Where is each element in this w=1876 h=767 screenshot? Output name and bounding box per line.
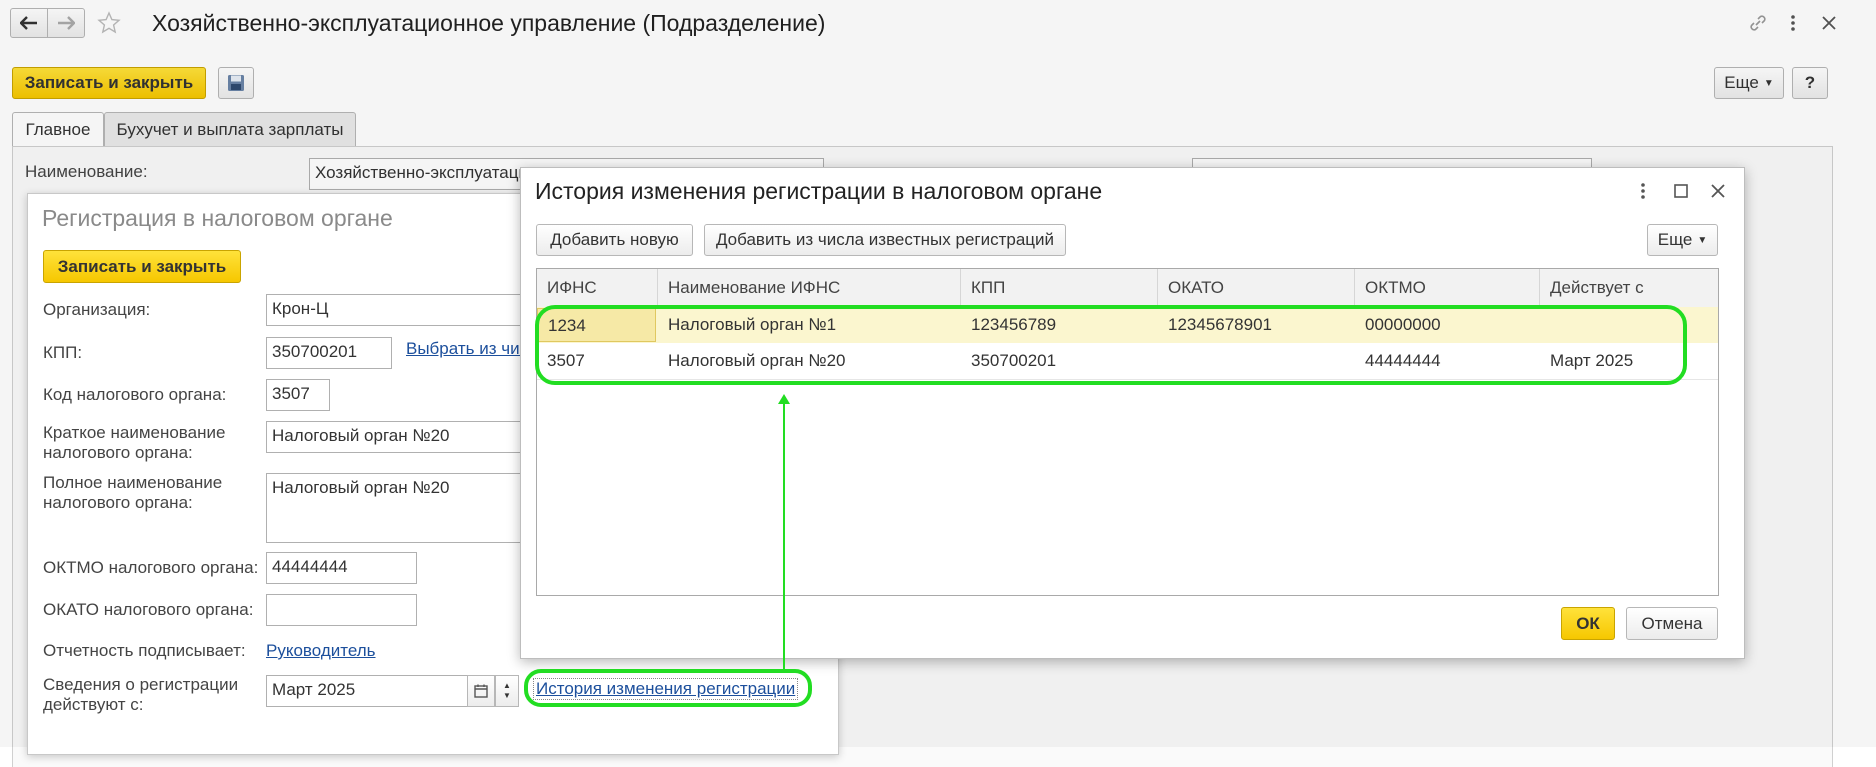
- chevron-up-icon: ▲: [503, 681, 511, 690]
- arrow-left-icon: [20, 16, 37, 30]
- floppy-disk-icon: [228, 75, 244, 91]
- link-icon[interactable]: [1745, 10, 1771, 36]
- column-header-oktmo[interactable]: ОКТМО: [1355, 269, 1540, 307]
- more-button[interactable]: Еще ▼: [1714, 67, 1784, 99]
- signer-label: Отчетность подписывает:: [43, 641, 246, 660]
- cell-kpp: 350700201: [971, 351, 1057, 370]
- signer-link[interactable]: Руководитель: [266, 641, 376, 661]
- back-button[interactable]: [10, 8, 48, 38]
- cell-oktmo: 44444444: [1365, 351, 1441, 370]
- save-button[interactable]: [218, 67, 254, 99]
- menu-dots-icon[interactable]: [1780, 10, 1806, 36]
- cell-ifns-name: Налоговый орган №1: [668, 315, 837, 334]
- column-header-ifns[interactable]: ИФНС: [537, 269, 658, 307]
- full-name-label: Полное наименование налогового органа:: [43, 473, 223, 512]
- history-link[interactable]: История изменения регистрации: [533, 678, 799, 700]
- tab-accounting[interactable]: Бухучет и выплата зарплаты: [104, 112, 356, 147]
- dialog-menu-icon[interactable]: [1630, 178, 1656, 204]
- table-row[interactable]: 3507 Налоговый орган №20 350700201 44444…: [537, 343, 1718, 380]
- history-title: История изменения регистрации в налогово…: [535, 178, 1103, 204]
- kpp-label: КПП:: [43, 343, 83, 362]
- tax-code-field[interactable]: 3507: [266, 379, 330, 411]
- cell-okato: [1158, 344, 1355, 378]
- ok-button[interactable]: ОК: [1561, 607, 1615, 640]
- calendar-icon: [474, 684, 488, 698]
- okato-field[interactable]: [266, 594, 417, 626]
- cell-kpp: 123456789: [971, 315, 1057, 334]
- arrow-right-icon: [58, 16, 75, 30]
- add-known-button[interactable]: Добавить из числа известных регистраций: [704, 224, 1066, 256]
- cell-valid-from: Март 2025: [1550, 351, 1634, 370]
- column-header-ifns-name[interactable]: Наименование ИФНС: [658, 269, 961, 307]
- column-header-okato[interactable]: ОКАТО: [1158, 269, 1355, 307]
- registration-title: Регистрация в налоговом органе: [42, 205, 393, 231]
- cancel-button[interactable]: Отмена: [1626, 607, 1718, 640]
- cell-ifns: 1234: [537, 308, 656, 342]
- cell-okato: 12345678901: [1168, 315, 1273, 334]
- forward-button[interactable]: [47, 8, 85, 38]
- organization-label: Организация:: [43, 300, 151, 319]
- tab-main[interactable]: Главное: [12, 112, 104, 147]
- save-close-button[interactable]: Записать и закрыть: [12, 67, 206, 99]
- history-table: ИФНС Наименование ИФНС КПП ОКАТО ОКТМО Д…: [536, 268, 1719, 596]
- help-button[interactable]: ?: [1792, 67, 1828, 99]
- cell-ifns: 3507: [547, 351, 585, 370]
- caret-down-icon: ▼: [1763, 77, 1774, 89]
- cell-valid-from: [1540, 308, 1718, 342]
- dialog-more-button[interactable]: Еще ▼: [1647, 224, 1718, 256]
- date-stepper[interactable]: ▲ ▼: [495, 675, 519, 707]
- dialog-more-label: Еще: [1657, 230, 1693, 249]
- chevron-down-icon: ▼: [503, 691, 511, 700]
- cell-ifns-name: Налоговый орган №20: [668, 351, 846, 370]
- dialog-close-icon[interactable]: [1705, 178, 1731, 204]
- cell-oktmo: 00000000: [1365, 315, 1441, 334]
- column-header-kpp[interactable]: КПП: [961, 269, 1158, 307]
- valid-from-field[interactable]: Март 2025: [266, 675, 468, 707]
- star-icon[interactable]: [95, 8, 123, 38]
- tax-code-label: Код налогового органа:: [43, 385, 227, 404]
- caret-down-icon: ▼: [1697, 234, 1708, 246]
- column-header-valid-from[interactable]: Действует с: [1540, 269, 1718, 307]
- table-row[interactable]: 1234 Налоговый орган №1 123456789 123456…: [537, 307, 1718, 344]
- organization-field[interactable]: Крон-Ц: [266, 294, 522, 326]
- kpp-field[interactable]: 350700201: [266, 337, 392, 369]
- close-icon[interactable]: [1816, 10, 1842, 36]
- short-name-field[interactable]: Налоговый орган №20: [266, 421, 522, 453]
- maximize-icon[interactable]: [1668, 178, 1694, 204]
- calendar-button[interactable]: [467, 675, 495, 707]
- window-title: Хозяйственно-эксплуатационное управление…: [152, 10, 826, 36]
- oktmo-field[interactable]: 44444444: [266, 552, 417, 584]
- oktmo-label: ОКТМО налогового органа:: [43, 558, 259, 577]
- short-name-label: Краткое наименование налогового органа:: [43, 423, 226, 462]
- registration-save-close-button[interactable]: Записать и закрыть: [43, 250, 241, 283]
- full-name-field[interactable]: Налоговый орган №20: [266, 473, 522, 543]
- select-kpp-link[interactable]: Выбрать из чис: [406, 339, 528, 359]
- add-new-button[interactable]: Добавить новую: [536, 224, 693, 256]
- okato-label: ОКАТО налогового органа:: [43, 600, 254, 619]
- valid-from-label: Сведения о регистрации действуют с:: [43, 675, 239, 714]
- name-label: Наименование:: [25, 162, 148, 181]
- more-label: Еще: [1724, 73, 1759, 92]
